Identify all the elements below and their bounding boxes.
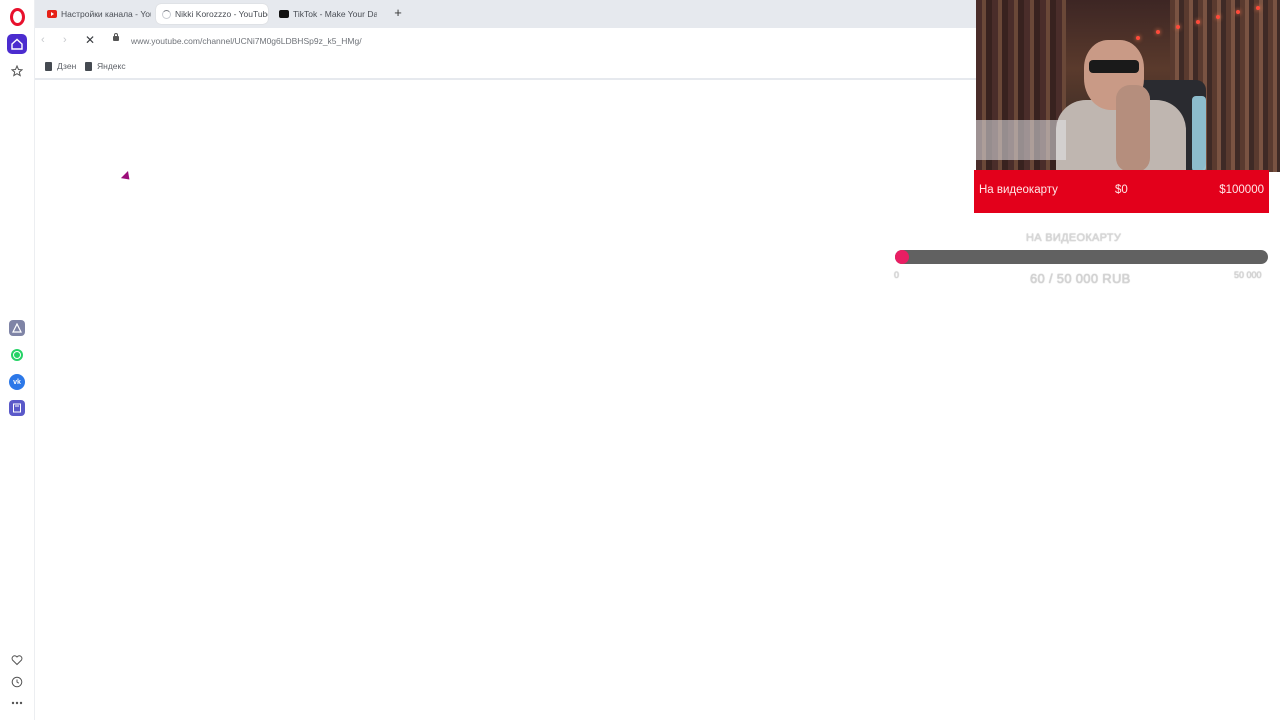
heart-icon[interactable] bbox=[7, 650, 27, 670]
donation-current: $0 bbox=[1115, 184, 1128, 196]
goal-min-label: 0 bbox=[894, 270, 900, 280]
bookmark-dzen[interactable]: Дзен bbox=[45, 61, 76, 71]
goal-amount-text: 60 / 50 000 RUB bbox=[1030, 271, 1131, 286]
donation-label: На видеокарту bbox=[979, 184, 1058, 196]
bookmark-label: Яндекс bbox=[97, 61, 126, 71]
stop-loading-icon[interactable]: ✕ bbox=[85, 33, 95, 47]
calculator-icon[interactable] bbox=[9, 400, 25, 416]
history-icon[interactable] bbox=[7, 672, 27, 692]
url-field[interactable]: www.youtube.com/channel/UCNi7M0g6LDBHSp9… bbox=[131, 36, 362, 46]
opera-sidebar: vk bbox=[0, 0, 35, 720]
back-arrow-icon[interactable]: ‹ bbox=[41, 34, 45, 46]
tab-title: TikTok - Make Your Day bbox=[293, 9, 377, 19]
star-icon[interactable] bbox=[7, 61, 27, 81]
forward-arrow-icon[interactable]: › bbox=[63, 34, 67, 46]
goal-widget-title: НА ВИДЕОКАРТУ bbox=[1026, 232, 1122, 244]
aria-icon[interactable] bbox=[9, 320, 25, 336]
tab-channel-settings[interactable]: Настройки канала - YouT bbox=[39, 4, 151, 24]
goal-max-label: 50 000 bbox=[1234, 270, 1262, 280]
goal-progress-track bbox=[895, 250, 1268, 264]
tab-nikki-korozzzo[interactable]: Nikki Korozzzo - YouTube bbox=[156, 4, 268, 24]
home-icon[interactable] bbox=[7, 34, 27, 54]
whatsapp-icon[interactable] bbox=[9, 347, 25, 363]
webcam-overlay bbox=[976, 0, 1280, 172]
new-tab-button[interactable]: + bbox=[391, 6, 405, 20]
more-icon[interactable] bbox=[7, 693, 27, 713]
tab-title: Настройки канала - YouT bbox=[61, 9, 151, 19]
lock-icon[interactable] bbox=[113, 33, 119, 41]
bookmark-yandex[interactable]: Яндекс bbox=[85, 61, 126, 71]
document-icon bbox=[85, 61, 92, 71]
document-icon bbox=[45, 61, 52, 71]
tab-tiktok[interactable]: TikTok - Make Your Day bbox=[273, 4, 377, 24]
donation-goal-bar: На видеокарту $0 $100000 bbox=[974, 170, 1269, 213]
tab-title: Nikki Korozzzo - YouTube bbox=[175, 9, 268, 19]
youtube-icon bbox=[47, 10, 57, 18]
bookmark-label: Дзен bbox=[57, 61, 77, 71]
donation-goal: $100000 bbox=[1219, 184, 1264, 196]
opera-logo-icon[interactable] bbox=[7, 7, 27, 27]
vk-icon[interactable]: vk bbox=[9, 374, 25, 390]
loading-spinner-icon bbox=[162, 9, 171, 19]
goal-progress-fill bbox=[895, 250, 909, 264]
tiktok-icon bbox=[279, 10, 289, 18]
